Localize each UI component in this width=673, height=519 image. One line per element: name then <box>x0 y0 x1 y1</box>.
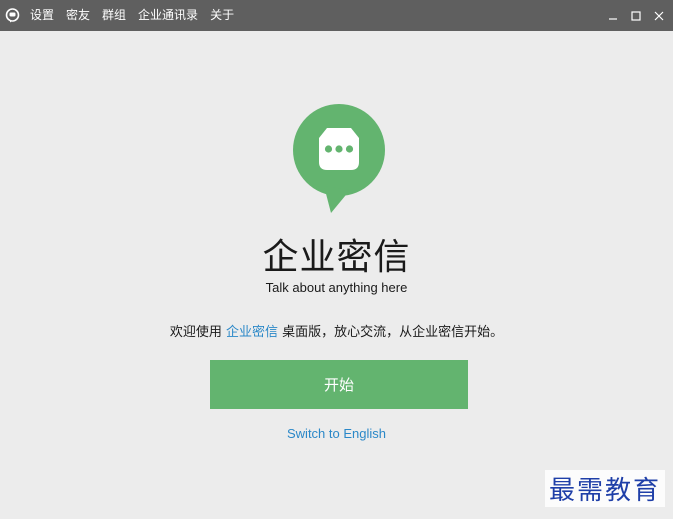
menu-directory[interactable]: 企业通讯录 <box>138 0 198 31</box>
title-bar: 设置 密友 群组 企业通讯录 关于 <box>0 0 673 31</box>
app-chat-bubble-icon <box>5 8 20 23</box>
close-icon <box>654 6 664 25</box>
welcome-message: 欢迎使用 企业密信 桌面版，放心交流，从企业密信开始。 <box>0 321 673 340</box>
switch-language-link[interactable]: Switch to English <box>0 426 673 441</box>
watermark: 最需教育 <box>544 470 665 507</box>
app-window: 设置 密友 群组 企业通讯录 关于 企业密信 Talk about anythi… <box>0 0 673 519</box>
menu-settings[interactable]: 设置 <box>30 0 54 31</box>
welcome-prefix: 欢迎使用 <box>169 325 226 340</box>
menu-about[interactable]: 关于 <box>210 0 234 31</box>
chat-bubble-dots-icon <box>290 100 390 215</box>
close-button[interactable] <box>649 6 669 26</box>
start-button[interactable]: 开始 <box>210 360 468 409</box>
welcome-suffix: 桌面版，放心交流，从企业密信开始。 <box>278 325 504 340</box>
maximize-button[interactable] <box>626 6 646 26</box>
minimize-button[interactable] <box>603 6 623 26</box>
minimize-icon <box>608 6 618 25</box>
tagline: Talk about anything here <box>265 280 408 295</box>
menu-friends[interactable]: 密友 <box>66 0 90 31</box>
maximize-icon <box>631 6 641 25</box>
welcome-app-name: 企业密信 <box>225 325 278 340</box>
menu-groups[interactable]: 群组 <box>102 0 126 31</box>
main-menu: 设置 密友 群组 企业通讯录 关于 <box>30 0 246 31</box>
app-name-heading: 企业密信 <box>262 237 411 278</box>
window-controls <box>600 0 669 31</box>
